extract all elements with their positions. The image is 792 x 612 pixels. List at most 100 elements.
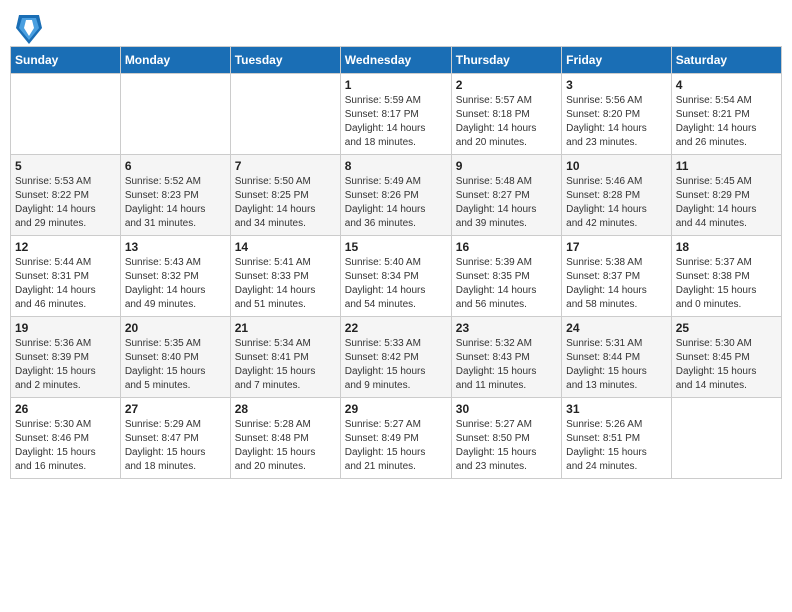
day-number: 19 xyxy=(15,321,116,335)
day-number: 11 xyxy=(676,159,777,173)
calendar-cell: 3Sunrise: 5:56 AM Sunset: 8:20 PM Daylig… xyxy=(562,74,672,155)
day-info: Sunrise: 5:38 AM Sunset: 8:37 PM Dayligh… xyxy=(566,256,667,312)
calendar-cell: 13Sunrise: 5:43 AM Sunset: 8:32 PM Dayli… xyxy=(120,236,230,317)
day-info: Sunrise: 5:26 AM Sunset: 8:51 PM Dayligh… xyxy=(566,418,667,474)
day-number: 20 xyxy=(125,321,226,335)
calendar-cell: 19Sunrise: 5:36 AM Sunset: 8:39 PM Dayli… xyxy=(11,317,121,398)
calendar-cell: 18 Sunrise: 5:37 AM Sunset: 8:38 PM Dayli… xyxy=(671,236,781,317)
calendar-cell: 27Sunrise: 5:29 AM Sunset: 8:47 PM Dayli… xyxy=(120,398,230,479)
calendar-cell: 7 Sunrise: 5:50 AM Sunset: 8:25 PM Daylig… xyxy=(230,155,340,236)
logo-icon xyxy=(14,10,38,38)
day-number: 6 xyxy=(125,159,226,173)
day-number: 31 xyxy=(566,402,667,416)
calendar-cell: 16 Sunrise: 5:39 AM Sunset: 8:35 PM Dayli… xyxy=(451,236,561,317)
day-info: Sunrise: 5:45 AM Sunset: 8:29 PM Dayligh… xyxy=(676,175,777,231)
day-number: 14 xyxy=(235,240,336,254)
day-info: Sunrise: 5:40 AM Sunset: 8:34 PM Dayligh… xyxy=(345,256,447,312)
calendar-cell: 8 Sunrise: 5:49 AM Sunset: 8:26 PM Daylig… xyxy=(340,155,451,236)
day-info: Sunrise: 5:30 AM Sunset: 8:45 PM Dayligh… xyxy=(676,337,777,393)
day-number: 1 xyxy=(345,78,447,92)
calendar-cell: 6 Sunrise: 5:52 AM Sunset: 8:23 PM Daylig… xyxy=(120,155,230,236)
calendar-week-row: 12 Sunrise: 5:44 AM Sunset: 8:31 PM Dayli… xyxy=(11,236,782,317)
calendar-day-header: Thursday xyxy=(451,47,561,74)
calendar-day-header: Saturday xyxy=(671,47,781,74)
day-number: 18 xyxy=(676,240,777,254)
day-info: Sunrise: 5:46 AM Sunset: 8:28 PM Dayligh… xyxy=(566,175,667,231)
calendar-cell: 15 Sunrise: 5:40 AM Sunset: 8:34 PM Dayli… xyxy=(340,236,451,317)
calendar-cell: 22Sunrise: 5:33 AM Sunset: 8:42 PM Dayli… xyxy=(340,317,451,398)
calendar-day-header: Tuesday xyxy=(230,47,340,74)
day-number: 17 xyxy=(566,240,667,254)
calendar-cell: 25 Sunrise: 5:30 AM Sunset: 8:45 PM Dayli… xyxy=(671,317,781,398)
logo xyxy=(14,10,42,38)
calendar-cell: 20Sunrise: 5:35 AM Sunset: 8:40 PM Dayli… xyxy=(120,317,230,398)
day-info: Sunrise: 5:41 AM Sunset: 8:33 PM Dayligh… xyxy=(235,256,336,312)
calendar-day-header: Monday xyxy=(120,47,230,74)
calendar-cell: 2 Sunrise: 5:57 AM Sunset: 8:18 PM Daylig… xyxy=(451,74,561,155)
calendar-cell: 17 Sunrise: 5:38 AM Sunset: 8:37 PM Dayli… xyxy=(562,236,672,317)
day-info: Sunrise: 5:30 AM Sunset: 8:46 PM Dayligh… xyxy=(15,418,116,474)
day-number: 26 xyxy=(15,402,116,416)
calendar-week-row: 5 Sunrise: 5:53 AM Sunset: 8:22 PM Daylig… xyxy=(11,155,782,236)
calendar-cell xyxy=(11,74,121,155)
calendar-week-row: 19Sunrise: 5:36 AM Sunset: 8:39 PM Dayli… xyxy=(11,317,782,398)
day-number: 23 xyxy=(456,321,557,335)
calendar-cell xyxy=(671,398,781,479)
day-number: 15 xyxy=(345,240,447,254)
calendar-day-header: Sunday xyxy=(11,47,121,74)
day-number: 28 xyxy=(235,402,336,416)
day-info: Sunrise: 5:28 AM Sunset: 8:48 PM Dayligh… xyxy=(235,418,336,474)
day-number: 12 xyxy=(15,240,116,254)
day-info: Sunrise: 5:37 AM Sunset: 8:38 PM Dayligh… xyxy=(676,256,777,312)
day-number: 30 xyxy=(456,402,557,416)
day-number: 16 xyxy=(456,240,557,254)
day-number: 22 xyxy=(345,321,447,335)
calendar-cell: 30Sunrise: 5:27 AM Sunset: 8:50 PM Dayli… xyxy=(451,398,561,479)
calendar-cell: 11 Sunrise: 5:45 AM Sunset: 8:29 PM Dayli… xyxy=(671,155,781,236)
calendar-cell: 31 Sunrise: 5:26 AM Sunset: 8:51 PM Dayli… xyxy=(562,398,672,479)
day-number: 13 xyxy=(125,240,226,254)
day-info: Sunrise: 5:34 AM Sunset: 8:41 PM Dayligh… xyxy=(235,337,336,393)
calendar-cell: 29 Sunrise: 5:27 AM Sunset: 8:49 PM Dayli… xyxy=(340,398,451,479)
calendar-cell: 24 Sunrise: 5:31 AM Sunset: 8:44 PM Dayli… xyxy=(562,317,672,398)
day-info: Sunrise: 5:53 AM Sunset: 8:22 PM Dayligh… xyxy=(15,175,116,231)
calendar-day-header: Wednesday xyxy=(340,47,451,74)
day-info: Sunrise: 5:27 AM Sunset: 8:49 PM Dayligh… xyxy=(345,418,447,474)
day-info: Sunrise: 5:50 AM Sunset: 8:25 PM Dayligh… xyxy=(235,175,336,231)
day-info: Sunrise: 5:39 AM Sunset: 8:35 PM Dayligh… xyxy=(456,256,557,312)
calendar-cell: 10 Sunrise: 5:46 AM Sunset: 8:28 PM Dayli… xyxy=(562,155,672,236)
calendar-cell: 5 Sunrise: 5:53 AM Sunset: 8:22 PM Daylig… xyxy=(11,155,121,236)
calendar-cell: 14 Sunrise: 5:41 AM Sunset: 8:33 PM Dayli… xyxy=(230,236,340,317)
day-info: Sunrise: 5:31 AM Sunset: 8:44 PM Dayligh… xyxy=(566,337,667,393)
day-number: 29 xyxy=(345,402,447,416)
day-number: 2 xyxy=(456,78,557,92)
day-number: 10 xyxy=(566,159,667,173)
calendar-cell: 26 Sunrise: 5:30 AM Sunset: 8:46 PM Dayli… xyxy=(11,398,121,479)
calendar-header-row: SundayMondayTuesdayWednesdayThursdayFrid… xyxy=(11,47,782,74)
day-info: Sunrise: 5:44 AM Sunset: 8:31 PM Dayligh… xyxy=(15,256,116,312)
calendar-cell: 28 Sunrise: 5:28 AM Sunset: 8:48 PM Dayli… xyxy=(230,398,340,479)
day-number: 4 xyxy=(676,78,777,92)
day-number: 25 xyxy=(676,321,777,335)
day-number: 7 xyxy=(235,159,336,173)
day-info: Sunrise: 5:49 AM Sunset: 8:26 PM Dayligh… xyxy=(345,175,447,231)
calendar-cell xyxy=(230,74,340,155)
calendar-cell: 21 Sunrise: 5:34 AM Sunset: 8:41 PM Dayli… xyxy=(230,317,340,398)
day-info: Sunrise: 5:48 AM Sunset: 8:27 PM Dayligh… xyxy=(456,175,557,231)
day-info: Sunrise: 5:57 AM Sunset: 8:18 PM Dayligh… xyxy=(456,94,557,150)
day-number: 5 xyxy=(15,159,116,173)
day-number: 8 xyxy=(345,159,447,173)
day-info: Sunrise: 5:56 AM Sunset: 8:20 PM Dayligh… xyxy=(566,94,667,150)
day-number: 27 xyxy=(125,402,226,416)
calendar-week-row: 26 Sunrise: 5:30 AM Sunset: 8:46 PM Dayli… xyxy=(11,398,782,479)
day-info: Sunrise: 5:32 AM Sunset: 8:43 PM Dayligh… xyxy=(456,337,557,393)
calendar-cell: 12 Sunrise: 5:44 AM Sunset: 8:31 PM Dayli… xyxy=(11,236,121,317)
day-number: 24 xyxy=(566,321,667,335)
calendar-week-row: 1Sunrise: 5:59 AM Sunset: 8:17 PM Daylig… xyxy=(11,74,782,155)
calendar-cell xyxy=(120,74,230,155)
day-number: 21 xyxy=(235,321,336,335)
calendar-table: SundayMondayTuesdayWednesdayThursdayFrid… xyxy=(10,46,782,479)
calendar-day-header: Friday xyxy=(562,47,672,74)
day-info: Sunrise: 5:52 AM Sunset: 8:23 PM Dayligh… xyxy=(125,175,226,231)
calendar-cell: 9Sunrise: 5:48 AM Sunset: 8:27 PM Daylig… xyxy=(451,155,561,236)
